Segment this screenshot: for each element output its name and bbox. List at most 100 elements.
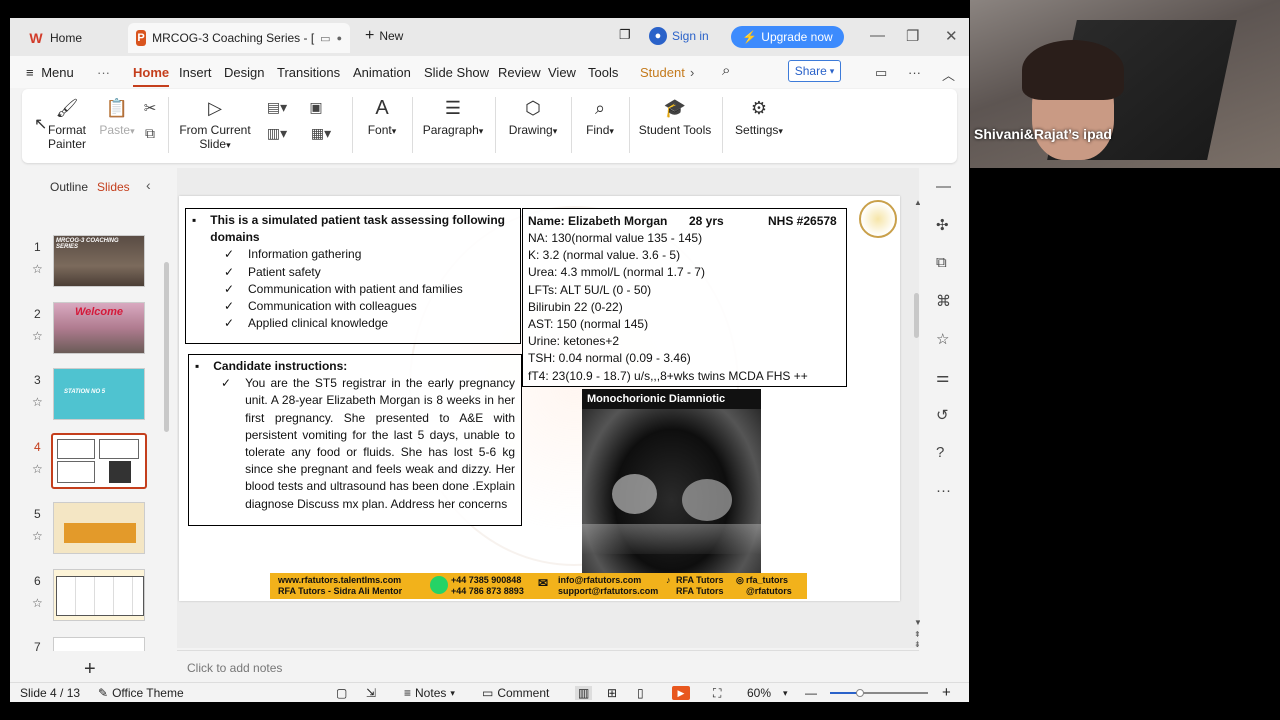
reset-icon[interactable]: ▦▾ (306, 125, 336, 142)
notes-placeholder: Click to add notes (187, 661, 283, 675)
slide-thumbnail-3[interactable]: STATION NO 5 (53, 368, 145, 420)
maximize-icon[interactable]: ❐ (906, 27, 919, 45)
sorter-view-icon[interactable]: ⊞ (607, 686, 617, 700)
drawing-button[interactable]: ⬡ Drawing▾ (502, 97, 564, 137)
slide-number: 5 (34, 507, 41, 521)
paragraph-icon: ☰ (444, 98, 462, 118)
play-circle-icon: ▷ (208, 98, 222, 118)
slide-layout-icon[interactable]: ⧉ (936, 254, 947, 271)
notes-toggle[interactable]: ≡ Notes ▾ (404, 686, 455, 700)
tab-student[interactable]: Student (640, 65, 685, 80)
vertical-scrollbar[interactable] (914, 293, 919, 338)
settings-button[interactable]: ⚙ Settings▾ (730, 97, 788, 137)
normal-view-icon[interactable]: ▥ (575, 686, 593, 700)
notes-pane[interactable]: Click to add notes (177, 650, 919, 682)
from-current-label: From Current (179, 123, 251, 137)
star-icon[interactable]: ☆ (32, 329, 43, 343)
student-tools-button[interactable]: 🎓 Student Tools (636, 97, 714, 137)
student-tools-label: Student Tools (638, 123, 712, 137)
more-icon[interactable]: ··· (936, 482, 951, 499)
zoom-out-icon[interactable]: — (805, 686, 817, 700)
star-icon[interactable]: ☆ (32, 529, 43, 543)
comment-icon: ▭ (482, 686, 494, 700)
share-button[interactable]: Share ▾ (788, 60, 841, 82)
star-icon[interactable]: ☆ (32, 262, 43, 276)
play-slideshow-icon[interactable]: ▶ (672, 686, 690, 700)
tab-transitions[interactable]: Transitions (277, 65, 340, 80)
theme-indicator[interactable]: ✎ Office Theme (98, 686, 184, 700)
star-icon[interactable]: ☆ (32, 462, 43, 476)
paste-button[interactable]: 📋 Paste▾ (94, 97, 140, 137)
tab-document[interactable]: P MRCOG-3 Coaching Series - [ ▭ ● (128, 23, 350, 53)
minimize-icon[interactable]: — (870, 27, 885, 44)
more-options-icon[interactable]: ··· (908, 65, 921, 80)
slide-thumbnail-5[interactable] (53, 502, 145, 554)
new-slide-icon[interactable]: ▣ (306, 99, 326, 116)
main-menu-button[interactable]: ≡ Menu (26, 65, 74, 80)
tab-view[interactable]: View (548, 65, 576, 80)
slide-thumbnail-2[interactable]: Welcome (53, 302, 145, 354)
adjust-icon[interactable]: ⚌ (936, 368, 949, 386)
slide-thumbnail-1[interactable]: MRCOG-3 COACHING SERIES (53, 235, 145, 287)
export-icon[interactable]: ⇲ (366, 686, 376, 700)
chevron-right-icon[interactable]: › (690, 65, 694, 80)
tab-animation[interactable]: Animation (353, 65, 411, 80)
tab-slide-show[interactable]: Slide Show (424, 65, 489, 80)
mentor-text: RFA Tutors - Sidra Ali Mentor (278, 586, 403, 596)
zoom-slider[interactable] (830, 689, 928, 697)
current-slide: ▪ This is a simulated patient task asses… (179, 196, 900, 601)
patient-name: Name: Elizabeth Morgan (528, 214, 668, 228)
panel-scrollbar[interactable] (164, 262, 169, 432)
add-slide-icon[interactable]: + (84, 658, 96, 681)
slide-thumbnail-6[interactable] (53, 569, 145, 621)
comment-toggle[interactable]: ▭ Comment (482, 686, 549, 700)
cut-icon[interactable]: ✂ (142, 99, 158, 117)
upgrade-button[interactable]: ⚡ Upgrade now (731, 26, 844, 48)
paragraph-button[interactable]: ☰ Paragraph▾ (420, 97, 486, 137)
fit-window-icon[interactable]: ⛶ (713, 686, 721, 701)
restore-window-icon[interactable]: ❐ (619, 27, 631, 43)
tab-tools[interactable]: Tools (588, 65, 618, 80)
collapse-panel-icon[interactable]: ‹ (146, 177, 151, 193)
tab-outline[interactable]: Outline (50, 180, 88, 194)
from-current-slide-button[interactable]: ▷ From Current Slide▾ (176, 97, 254, 151)
slide-thumbnail-4[interactable] (51, 433, 147, 489)
tab-insert[interactable]: Insert (179, 65, 212, 80)
tab-home-ribbon[interactable]: Home (133, 65, 170, 87)
tab-design[interactable]: Design (224, 65, 264, 80)
layout-icon[interactable]: ▤▾ (262, 99, 292, 116)
collapse-icon[interactable]: — (936, 178, 951, 195)
tab-review[interactable]: Review (498, 65, 541, 80)
close-icon[interactable]: ✕ (945, 27, 958, 45)
font-button[interactable]: A Font▾ (360, 97, 404, 137)
find-button[interactable]: ⌕ Find▾ (578, 97, 622, 137)
protect-icon[interactable]: ▢ (336, 686, 347, 700)
zoom-slider-thumb[interactable] (856, 689, 864, 697)
ribbon-toolbar: 🖌 Format Painter 📋 Paste▾ ✂ ⧉ ▷ From Cur… (22, 89, 957, 163)
tab-home[interactable]: W Home (20, 23, 120, 53)
help-icon[interactable]: ? (936, 444, 944, 461)
star-icon[interactable]: ☆ (32, 395, 43, 409)
comment-panel-icon[interactable]: ▭ (875, 65, 887, 81)
design-icon[interactable]: ✣ (936, 216, 949, 234)
slide-thumbnail-7[interactable] (53, 637, 145, 651)
more-icon[interactable]: ··· (97, 65, 110, 80)
mouse-cursor: ↖ (34, 116, 48, 133)
search-icon[interactable]: ⌕ (722, 62, 730, 79)
zoom-in-icon[interactable]: + (942, 684, 951, 701)
collapse-ribbon-icon[interactable]: ︿ (942, 65, 955, 84)
reading-view-icon[interactable]: ▯ (637, 686, 644, 700)
zoom-level[interactable]: 60% ▾ (747, 686, 788, 700)
lab-result: Bilirubin 22 (0-22) (528, 299, 623, 314)
history-icon[interactable]: ↺ (936, 406, 949, 424)
star-icon[interactable]: ☆ (32, 596, 43, 610)
sign-in-button[interactable]: ● Sign in (649, 27, 709, 45)
copy-icon[interactable]: ⧉ (142, 125, 158, 142)
transform-icon[interactable]: ⌘ (936, 292, 951, 310)
share-label: Share (794, 64, 827, 78)
section-icon[interactable]: ▥▾ (262, 125, 292, 142)
new-tab-button[interactable]: + New (365, 27, 403, 45)
star-effects-icon[interactable]: ☆ (936, 330, 949, 348)
right-toolbar: — ✣ ⧉ ⌘ ☆ ⚌ ↺ ? ··· (920, 168, 969, 684)
tab-slides[interactable]: Slides (97, 180, 130, 194)
